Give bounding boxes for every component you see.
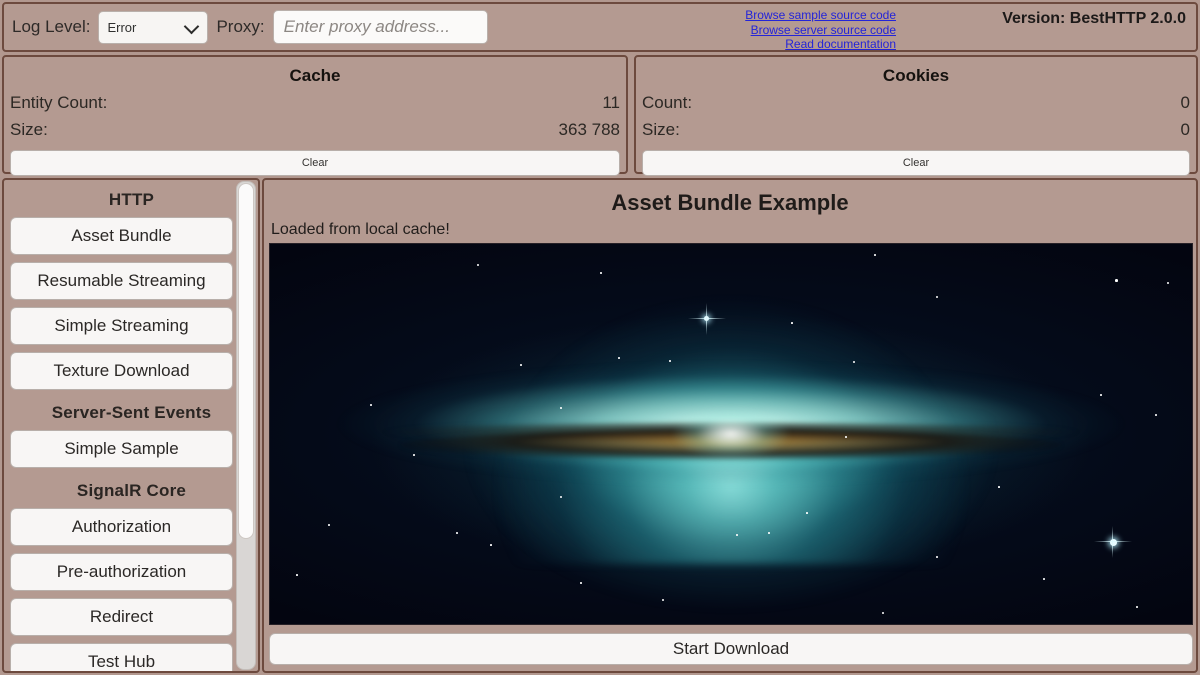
star xyxy=(520,364,522,366)
cache-panel: Cache Entity Count: 11 Size: 363 788 Cle… xyxy=(2,55,628,174)
cache-size-row: Size: 363 788 xyxy=(10,117,620,144)
cookies-size-row: Size: 0 xyxy=(642,117,1190,144)
sidebar-item-pre-authorization[interactable]: Pre-authorization xyxy=(10,553,233,591)
star xyxy=(1136,606,1138,608)
cookies-count-label: Count: xyxy=(642,91,692,116)
cache-entity-count-row: Entity Count: 11 xyxy=(10,90,620,117)
log-level-select[interactable]: Error xyxy=(98,11,208,44)
star xyxy=(1043,578,1045,580)
start-download-button[interactable]: Start Download xyxy=(269,633,1193,665)
star xyxy=(477,264,479,266)
star xyxy=(618,357,620,359)
link-read-documentation[interactable]: Read documentation xyxy=(604,37,896,52)
star xyxy=(1100,394,1102,396)
star xyxy=(998,486,1000,488)
main-content-panel: Asset Bundle Example Loaded from local c… xyxy=(262,178,1198,673)
sombrero-galaxy-image xyxy=(269,243,1193,625)
version-label: Version: BestHTTP 2.0.0 xyxy=(1002,10,1186,28)
star xyxy=(580,582,582,584)
star xyxy=(456,532,458,534)
cache-clear-button[interactable]: Clear xyxy=(10,150,620,176)
galaxy-core xyxy=(671,408,791,460)
sample-list-sidebar: HTTP Asset Bundle Resumable Streaming Si… xyxy=(2,178,260,673)
sidebar-item-redirect[interactable]: Redirect xyxy=(10,598,233,636)
cache-title: Cache xyxy=(10,66,620,86)
star xyxy=(490,544,492,546)
proxy-input[interactable] xyxy=(273,10,488,44)
status-text: Loaded from local cache! xyxy=(269,216,1191,243)
star xyxy=(560,496,562,498)
sidebar-item-asset-bundle[interactable]: Asset Bundle xyxy=(10,217,233,255)
cache-entity-count-value: 11 xyxy=(602,91,620,116)
proxy-label: Proxy: xyxy=(216,17,264,37)
besthttp-sample-app: Log Level: Error Proxy: Browse sample so… xyxy=(0,0,1200,675)
star xyxy=(845,436,847,438)
toolbar-controls: Log Level: Error Proxy: xyxy=(12,10,488,44)
sidebar-item-texture-download[interactable]: Texture Download xyxy=(10,352,233,390)
sidebar-section-header-http: HTTP xyxy=(10,184,253,217)
cookies-title: Cookies xyxy=(642,66,1190,86)
star xyxy=(936,556,938,558)
cookies-count-row: Count: 0 xyxy=(642,90,1190,117)
sidebar-item-simple-sample[interactable]: Simple Sample xyxy=(10,430,233,468)
sidebar-item-test-hub[interactable]: Test Hub xyxy=(10,643,233,673)
star xyxy=(791,322,793,324)
star xyxy=(1115,279,1118,282)
star xyxy=(662,599,664,601)
source-links: Browse sample source code Browse server … xyxy=(604,8,896,52)
star xyxy=(669,360,671,362)
star xyxy=(806,512,808,514)
star xyxy=(560,407,562,409)
star xyxy=(882,612,884,614)
cache-size-label: Size: xyxy=(10,118,48,143)
sidebar-scrollbar-thumb[interactable] xyxy=(238,183,254,539)
sidebar-item-authorization[interactable]: Authorization xyxy=(10,508,233,546)
top-toolbar: Log Level: Error Proxy: Browse sample so… xyxy=(2,2,1198,52)
cookies-size-label: Size: xyxy=(642,118,680,143)
cookies-clear-button[interactable]: Clear xyxy=(642,150,1190,176)
star xyxy=(874,254,876,256)
link-browse-server-source[interactable]: Browse server source code xyxy=(604,23,896,38)
star xyxy=(413,454,415,456)
star xyxy=(600,272,602,274)
chevron-down-icon xyxy=(186,20,198,32)
log-level-label: Log Level: xyxy=(12,17,90,37)
sidebar-item-resumable-streaming[interactable]: Resumable Streaming xyxy=(10,262,233,300)
link-browse-sample-source[interactable]: Browse sample source code xyxy=(604,8,896,23)
star xyxy=(328,524,330,526)
cookies-count-value: 0 xyxy=(1181,91,1190,116)
sidebar-scrollbar[interactable] xyxy=(236,181,256,670)
star xyxy=(736,534,738,536)
cache-size-value: 363 788 xyxy=(559,118,620,143)
page-title: Asset Bundle Example xyxy=(269,184,1191,216)
star xyxy=(1155,414,1157,416)
cookies-size-value: 0 xyxy=(1181,118,1190,143)
cookies-panel: Cookies Count: 0 Size: 0 Clear xyxy=(634,55,1198,174)
sidebar-section-header-signalr-core: SignalR Core xyxy=(10,475,253,508)
sidebar-section-header-sse: Server-Sent Events xyxy=(10,397,253,430)
cache-entity-count-label: Entity Count: xyxy=(10,91,107,116)
bright-star-lower-right-icon xyxy=(1110,539,1117,546)
star xyxy=(296,574,298,576)
bright-star-icon xyxy=(704,316,709,321)
star xyxy=(768,532,770,534)
log-level-value: Error xyxy=(107,20,136,35)
sidebar-item-simple-streaming[interactable]: Simple Streaming xyxy=(10,307,233,345)
star xyxy=(370,404,372,406)
